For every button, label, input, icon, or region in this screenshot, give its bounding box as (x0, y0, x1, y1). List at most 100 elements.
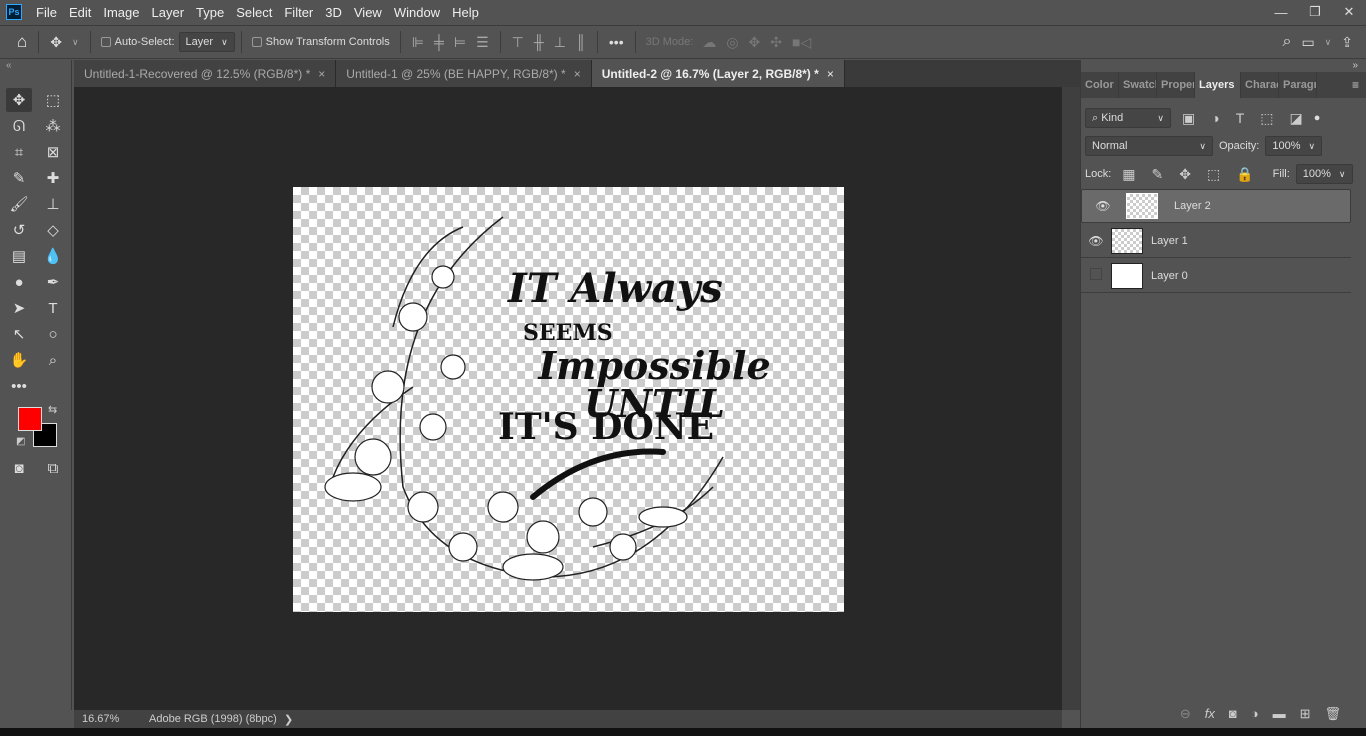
lock-all-icon[interactable]: 🔒 (1231, 166, 1258, 183)
minimize-icon[interactable]: — (1264, 5, 1298, 20)
layer-row-layer-1[interactable]: 👁 Layer 1 (1081, 224, 1351, 258)
share-icon[interactable]: ⇪ (1336, 34, 1358, 51)
auto-select-target-dropdown[interactable]: Layer ∨ (178, 32, 235, 52)
filter-shape-icon[interactable]: ⬚ (1255, 110, 1278, 127)
lock-artboard-icon[interactable]: ⬚ (1202, 166, 1225, 183)
menu-view[interactable]: View (348, 5, 388, 20)
tab-swatches[interactable]: Swatch (1119, 72, 1157, 98)
menu-3d[interactable]: 3D (319, 5, 348, 20)
move-tool[interactable]: ✥ (6, 88, 32, 112)
swap-colors-icon[interactable]: ⇆ (48, 403, 57, 416)
quick-mask-icon[interactable]: ◙ (6, 456, 32, 480)
magic-wand-tool[interactable]: ⁂ (40, 114, 66, 138)
close-tab-icon[interactable]: × (318, 67, 325, 81)
dodge-tool[interactable]: ● (6, 270, 32, 294)
close-tab-icon[interactable]: × (574, 67, 581, 81)
close-tab-icon[interactable]: × (827, 67, 834, 81)
restore-icon[interactable]: ❐ (1298, 4, 1332, 20)
zoom-tool[interactable]: ⌕ (40, 348, 66, 372)
move-tool-icon[interactable]: ✥ (45, 34, 67, 51)
distribute-horizontal-icon[interactable]: ║ (571, 34, 591, 50)
visibility-eye-icon[interactable]: 👁 (1081, 234, 1111, 248)
visibility-toggle-off[interactable] (1081, 268, 1111, 283)
link-layers-icon[interactable]: ⊖ (1180, 706, 1191, 726)
3d-camera-icon[interactable]: ■◁ (787, 34, 816, 51)
lock-position-icon[interactable]: ✥ (1174, 166, 1196, 183)
pen-tool[interactable]: ✒ (40, 270, 66, 294)
tab-color[interactable]: Color (1081, 72, 1119, 98)
align-right-icon[interactable]: ⊨ (449, 34, 471, 51)
ellipse-tool[interactable]: ○ (40, 322, 66, 346)
brush-tool[interactable]: 🖌 (6, 192, 32, 216)
history-brush-tool[interactable]: ↺ (6, 218, 32, 242)
show-transform-checkbox[interactable]: Show Transform Controls (248, 36, 394, 48)
3d-pan-icon[interactable]: ✥ (744, 34, 766, 51)
lock-image-icon[interactable]: ✎ (1147, 166, 1169, 183)
search-icon[interactable]: ⌕ (1277, 33, 1296, 51)
delete-layer-icon[interactable]: 🗑 (1324, 706, 1341, 726)
collapse-icon[interactable]: « (6, 60, 12, 71)
menu-type[interactable]: Type (190, 5, 230, 20)
frame-tool[interactable]: ⊠ (40, 140, 66, 164)
stamp-tool[interactable]: ⊥ (40, 192, 66, 216)
menu-layer[interactable]: Layer (146, 5, 191, 20)
filter-smart-object-icon[interactable]: ◪ (1285, 110, 1308, 127)
tab-untitled-1[interactable]: Untitled-1 @ 25% (BE HAPPY, RGB/8*) * × (336, 60, 592, 87)
fill-input[interactable]: 100% ∨ (1295, 164, 1353, 184)
edit-toolbar-icon[interactable]: ••• (6, 374, 32, 398)
menu-select[interactable]: Select (230, 5, 278, 20)
gradient-tool[interactable]: ▤ (6, 244, 32, 268)
3d-slide-icon[interactable]: ✣ (765, 34, 787, 51)
visibility-eye-icon[interactable]: 👁 (1088, 199, 1118, 213)
tab-properties[interactable]: Proper (1157, 72, 1195, 98)
fx-icon[interactable]: fx (1205, 706, 1215, 726)
filter-adjustment-icon[interactable]: ◑ (1206, 110, 1224, 126)
tab-paragraph[interactable]: Paragr (1279, 72, 1317, 98)
blend-mode-dropdown[interactable]: Normal ∨ (1085, 136, 1213, 156)
align-middle-icon[interactable]: ╫ (529, 34, 549, 50)
filter-type-icon[interactable]: T (1231, 110, 1250, 126)
menu-file[interactable]: File (30, 5, 63, 20)
marquee-tool[interactable]: ⬚ (40, 88, 66, 112)
tab-untitled-2[interactable]: Untitled-2 @ 16.7% (Layer 2, RGB/8*) * × (591, 60, 845, 87)
menu-image[interactable]: Image (97, 5, 145, 20)
filter-pixel-icon[interactable]: ▣ (1177, 110, 1200, 127)
menu-filter[interactable]: Filter (278, 5, 319, 20)
auto-select-checkbox[interactable]: Auto-Select: (97, 36, 179, 48)
tab-character[interactable]: Charac (1241, 72, 1279, 98)
eraser-tool[interactable]: ◇ (40, 218, 66, 242)
crop-tool[interactable]: ⌗ (6, 140, 32, 164)
align-center-icon[interactable]: ╪ (429, 34, 449, 50)
panel-menu-icon[interactable]: ≡ (1344, 72, 1366, 98)
eyedropper-tool[interactable]: ✎ (6, 166, 32, 190)
align-top-icon[interactable]: ⊤ (507, 34, 529, 51)
tab-layers[interactable]: Layers (1195, 72, 1241, 98)
default-colors-icon[interactable]: ◩ (16, 436, 25, 447)
expand-panel-icon[interactable]: » (1352, 60, 1358, 71)
distribute-icon[interactable]: ☰ (471, 34, 494, 51)
more-options-button[interactable]: ••• (604, 34, 629, 50)
new-layer-icon[interactable]: ⊞ (1300, 706, 1311, 726)
document-canvas[interactable]: IT Always SEEMS Impossible UNTIL IT'S DO… (293, 187, 844, 612)
layer-name[interactable]: Layer 2 (1174, 200, 1211, 212)
lock-transparency-icon[interactable]: ▦ (1117, 166, 1140, 183)
layer-name[interactable]: Layer 0 (1151, 270, 1188, 282)
opacity-input[interactable]: 100% ∨ (1265, 136, 1323, 156)
tab-untitled-1-recovered[interactable]: Untitled-1-Recovered @ 12.5% (RGB/8*) * × (74, 60, 337, 87)
menu-edit[interactable]: Edit (63, 5, 97, 20)
zoom-level[interactable]: 16.67% (74, 713, 134, 725)
type-tool[interactable]: T (40, 296, 66, 320)
workspace-icon[interactable]: ▭ (1296, 34, 1319, 51)
lasso-tool[interactable]: ᘏ (6, 114, 32, 138)
hand-tool[interactable]: ✋ (6, 348, 32, 372)
add-mask-icon[interactable]: ◙ (1229, 706, 1237, 726)
align-left-icon[interactable]: ⊫ (407, 34, 429, 51)
healing-brush-tool[interactable]: ✚ (40, 166, 66, 190)
menu-help[interactable]: Help (446, 5, 485, 20)
home-icon[interactable]: ⌂ (12, 32, 32, 52)
3d-orbit-icon[interactable]: ☁ (697, 34, 721, 51)
foreground-color-swatch[interactable] (18, 407, 42, 431)
path-selection-tool[interactable]: ➤ (6, 296, 32, 320)
filter-kind-dropdown[interactable]: ⌕ Kind ∨ (1085, 108, 1171, 128)
layer-row-layer-2[interactable]: 👁 Layer 2 (1081, 189, 1351, 223)
